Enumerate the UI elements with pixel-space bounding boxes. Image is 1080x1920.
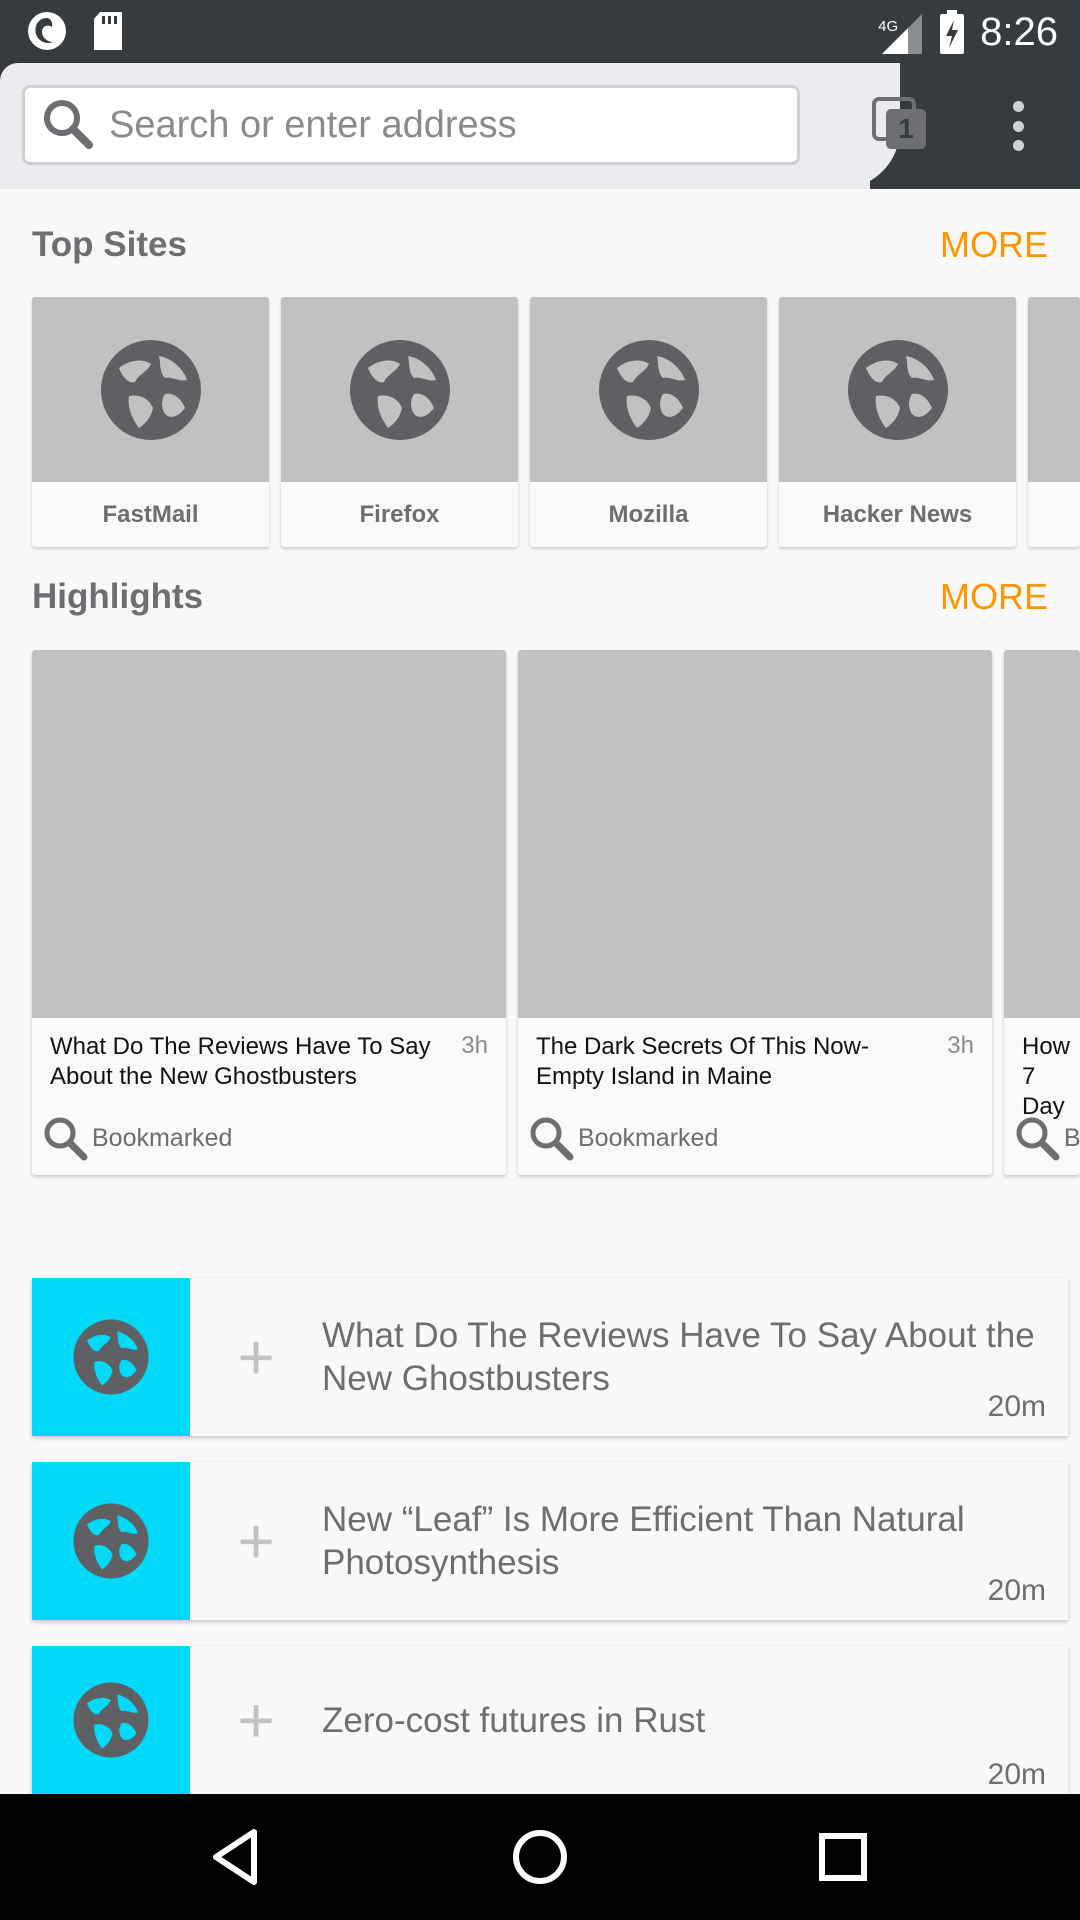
- top-site-thumbnail: [1028, 297, 1080, 482]
- highlight-title: How 7 Day: [1022, 1033, 1071, 1120]
- highlights-title: Highlights: [32, 577, 204, 616]
- story-title: Zero-cost futures in Rust: [322, 1700, 706, 1740]
- highlight-card[interactable]: The Dark Secrets Of This Now-Empty Islan…: [518, 650, 992, 1175]
- highlight-title: What Do The Reviews Have To Say About th…: [50, 1033, 431, 1090]
- top-site-thumbnail: [779, 297, 1016, 482]
- top-site-tile[interactable]: FastMail: [32, 297, 269, 547]
- search-icon: [44, 100, 93, 149]
- search-icon: [44, 1117, 88, 1161]
- tabs-counter-button[interactable]: 1: [872, 97, 930, 153]
- highlight-thumbnail: [32, 650, 506, 1018]
- menu-dot: [1012, 120, 1024, 132]
- home-icon[interactable]: [507, 1824, 573, 1890]
- system-nav-bar: [0, 1794, 1080, 1920]
- highlight-card[interactable]: What Do The Reviews Have To Say About th…: [32, 650, 506, 1175]
- highlights-header: Highlights MORE: [32, 576, 1048, 618]
- battery-charging-icon: [940, 10, 965, 54]
- url-bar[interactable]: [22, 85, 800, 165]
- firefox-notification-icon: [28, 12, 66, 50]
- search-input[interactable]: [109, 103, 789, 147]
- story-favicon: [32, 1646, 190, 1794]
- sd-card-icon: [94, 12, 122, 50]
- top-site-label: Firefox: [359, 500, 440, 528]
- top-sites-title: Top Sites: [32, 225, 187, 264]
- overflow-menu-button[interactable]: [998, 101, 1038, 151]
- tab-count: 1: [898, 113, 914, 144]
- highlight-time: 3h: [461, 1032, 488, 1059]
- highlight-source: Bookmarked: [40, 1113, 232, 1163]
- globe-icon: [349, 339, 450, 440]
- top-site-tile[interactable]: Firefox: [281, 297, 518, 547]
- story-row[interactable]: + Zero-cost futures in Rust 20m: [32, 1646, 1068, 1794]
- story-favicon: [32, 1462, 190, 1620]
- add-icon[interactable]: +: [190, 1462, 322, 1620]
- globe-icon: [598, 339, 699, 440]
- globe-icon: [100, 339, 201, 440]
- highlight-source-label: Bookmarked: [578, 1123, 719, 1152]
- highlight-source-label: Bookmarked: [92, 1123, 233, 1152]
- browser-toolbar: 1: [0, 63, 1080, 189]
- menu-dot: [1012, 140, 1024, 151]
- story-time: 20m: [987, 1390, 1046, 1423]
- top-site-tile-partial[interactable]: [1028, 297, 1080, 547]
- highlight-card-partial[interactable]: How 7 Day Bo: [1004, 650, 1080, 1175]
- highlight-source: Bo: [1012, 1113, 1080, 1163]
- highlight-time: 3h: [947, 1032, 974, 1059]
- search-icon: [530, 1117, 574, 1161]
- top-site-thumbnail: [281, 297, 518, 482]
- top-sites-header: Top Sites MORE: [32, 224, 1048, 266]
- cell-signal-icon: 4G: [878, 10, 924, 54]
- clock: 8:26: [980, 9, 1058, 54]
- story-time: 20m: [987, 1574, 1046, 1607]
- story-row[interactable]: + New “Leaf” Is More Efficient Than Natu…: [32, 1462, 1068, 1620]
- story-favicon: [32, 1278, 190, 1436]
- add-icon[interactable]: +: [190, 1646, 322, 1794]
- menu-dot: [1012, 101, 1024, 112]
- back-icon[interactable]: [204, 1824, 270, 1890]
- search-icon: [1016, 1117, 1060, 1161]
- globe-icon: [847, 339, 948, 440]
- top-site-label: FastMail: [102, 500, 199, 528]
- highlight-source: Bookmarked: [526, 1113, 718, 1163]
- status-bar: 4G 8:26: [0, 0, 1080, 63]
- add-icon[interactable]: +: [190, 1278, 322, 1436]
- globe-icon: [73, 1319, 149, 1395]
- globe-icon: [73, 1503, 149, 1579]
- globe-icon: [73, 1682, 149, 1758]
- highlight-source-label: Bo: [1064, 1123, 1080, 1152]
- top-site-label: Mozilla: [608, 500, 689, 528]
- top-site-tile[interactable]: Hacker News: [779, 297, 1016, 547]
- highlight-thumbnail: [518, 650, 992, 1018]
- recents-icon[interactable]: [810, 1824, 876, 1890]
- top-site-thumbnail: [530, 297, 767, 482]
- story-row[interactable]: + What Do The Reviews Have To Say About …: [32, 1278, 1068, 1436]
- top-sites-more-link[interactable]: MORE: [940, 224, 1048, 266]
- highlight-title: The Dark Secrets Of This Now-Empty Islan…: [536, 1033, 869, 1090]
- top-site-thumbnail: [32, 297, 269, 482]
- story-title: What Do The Reviews Have To Say About th…: [322, 1316, 1035, 1398]
- highlights-more-link[interactable]: MORE: [940, 576, 1048, 618]
- story-time: 20m: [987, 1758, 1046, 1791]
- highlight-thumbnail: [1004, 650, 1080, 1018]
- story-title: New “Leaf” Is More Efficient Than Natura…: [322, 1500, 965, 1582]
- top-site-label: Hacker News: [822, 500, 973, 528]
- top-site-tile[interactable]: Mozilla: [530, 297, 767, 547]
